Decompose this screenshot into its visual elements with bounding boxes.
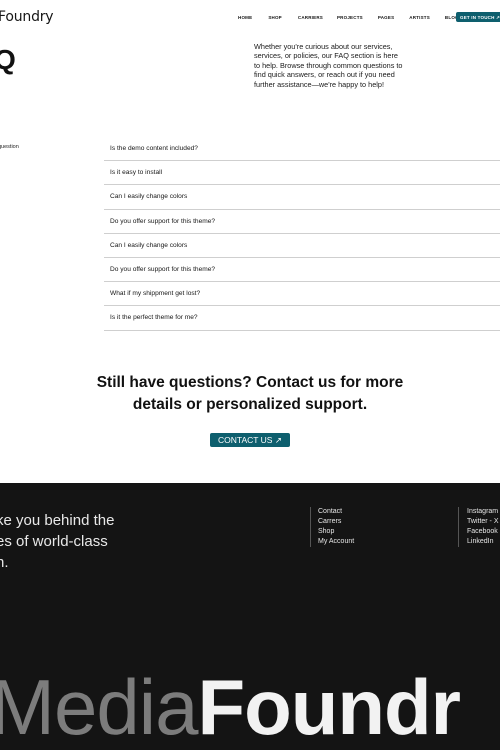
contact-us-button[interactable]: CONTACT US ↗	[210, 433, 290, 447]
site-logo[interactable]: Foundry	[0, 9, 54, 25]
nav-item-projects[interactable]: PROJECTS	[337, 15, 363, 20]
faq-question[interactable]: Do you offer support for this theme?	[104, 258, 500, 283]
footer-link-carrers[interactable]: Carrers	[318, 517, 354, 527]
social-link-instagram[interactable]: Instagram	[467, 507, 499, 517]
footer-tagline-line: es of world-class	[0, 533, 108, 550]
brand-wordmark-bold: Foundr	[197, 663, 461, 750]
footer-link-contact[interactable]: Contact	[318, 507, 354, 517]
footer-brand-wordmark: MediaFoundr	[0, 662, 461, 750]
faq-list: Is the demo content included? Is it easy…	[104, 137, 500, 331]
footer-link-shop[interactable]: Shop	[318, 527, 354, 537]
faq-question[interactable]: What if my shippment get lost?	[104, 282, 500, 307]
faq-question[interactable]: Can I easily change colors	[104, 234, 500, 258]
main-nav: HOME SHOP CARRIERS PROJECTS PAGES ARTIST…	[238, 15, 479, 20]
brand-wordmark-light: Media	[0, 663, 198, 750]
footer-tagline: ke you behind the es of world-class n.	[0, 510, 114, 573]
faq-question[interactable]: Is the demo content included?	[104, 137, 500, 162]
footer-tagline-line: n.	[0, 554, 9, 571]
footer-links: Contact Carrers Shop My Account	[310, 507, 354, 547]
footer-social-links: Instagram Twitter - X Facebook LinkedIn	[458, 507, 499, 547]
get-in-touch-button[interactable]: GET IN TOUCH ↗	[456, 12, 500, 22]
nav-item-artists[interactable]: ARTISTS	[409, 15, 430, 20]
site-footer: ke you behind the es of world-class n. C…	[0, 483, 500, 750]
faq-question[interactable]: Is it easy to install	[104, 161, 500, 186]
nav-item-home[interactable]: HOME	[238, 15, 252, 20]
faq-category-label[interactable]: question	[0, 144, 19, 150]
faq-question[interactable]: Do you offer support for this theme?	[104, 210, 500, 234]
contact-heading-line: Still have questions? Contact us for mor…	[96, 374, 404, 391]
nav-item-pages[interactable]: PAGES	[378, 15, 394, 20]
footer-link-my-account[interactable]: My Account	[318, 537, 354, 547]
faq-question[interactable]: Is it the perfect theme for me?	[104, 306, 500, 331]
footer-tagline-line: ke you behind the	[0, 512, 115, 529]
faq-question[interactable]: Can I easily change colors	[104, 185, 500, 210]
nav-item-shop[interactable]: SHOP	[268, 15, 282, 20]
contact-heading-line: details or personalized support.	[132, 396, 368, 413]
contact-heading: Still have questions? Contact us for mor…	[0, 372, 500, 416]
nav-item-carriers[interactable]: CARRIERS	[298, 15, 323, 20]
page-title: Q	[0, 44, 16, 75]
social-link-twitter[interactable]: Twitter - X	[467, 517, 499, 527]
social-link-facebook[interactable]: Facebook	[467, 527, 499, 537]
social-link-linkedin[interactable]: LinkedIn	[467, 537, 499, 547]
site-header: Foundry HOME SHOP CARRIERS PROJECTS PAGE…	[0, 0, 500, 34]
faq-intro: Whether you're curious about our service…	[254, 42, 403, 89]
